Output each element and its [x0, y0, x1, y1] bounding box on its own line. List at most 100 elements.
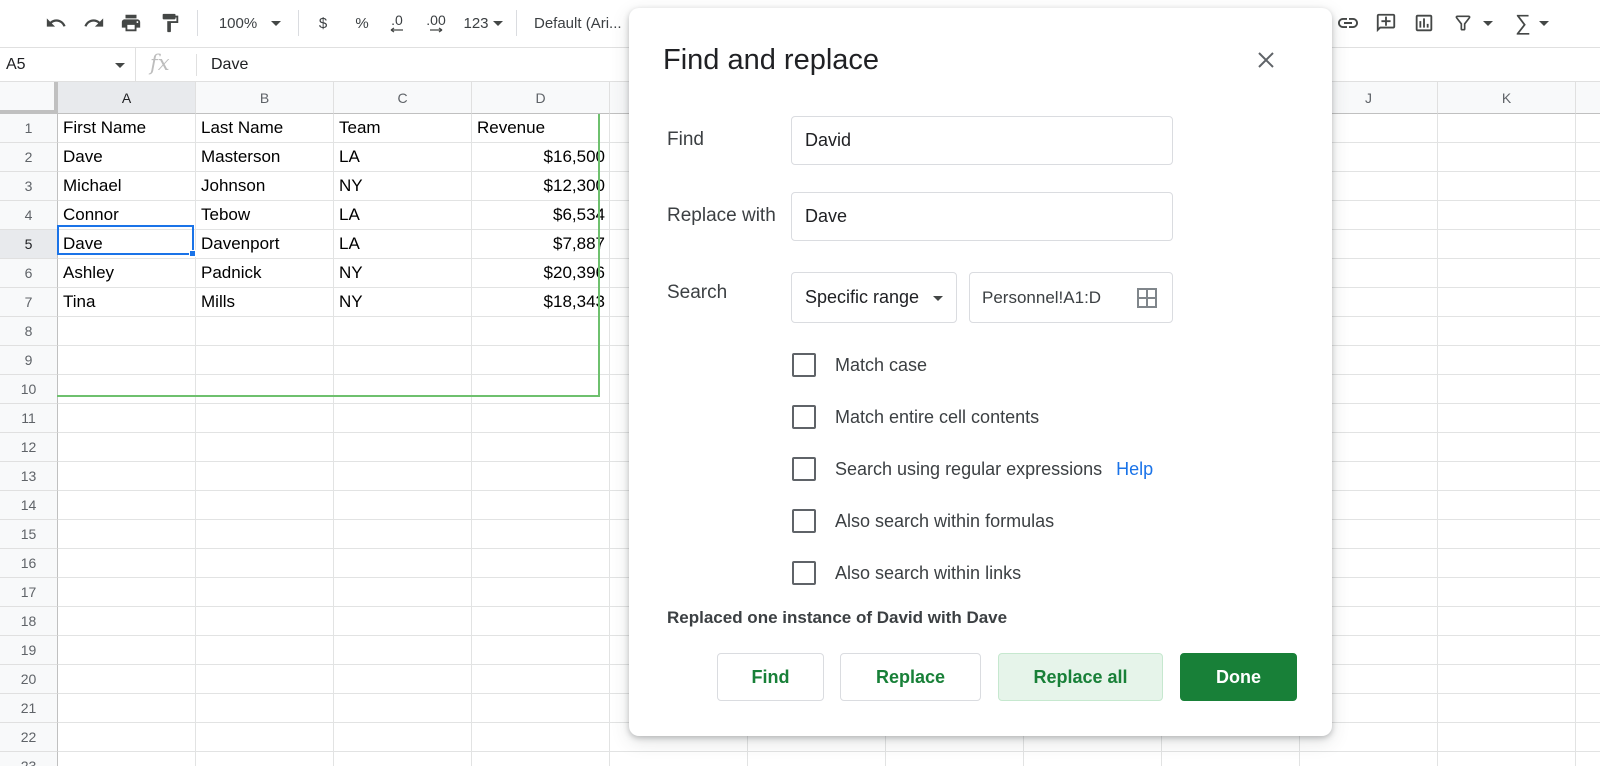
- row-header-3[interactable]: 3: [0, 172, 58, 201]
- chevron-down-icon: [115, 63, 125, 68]
- help-link[interactable]: Help: [1116, 459, 1153, 480]
- filter-icon: [1455, 15, 1471, 31]
- find-replace-dialog: Find and replace Find David Replace with…: [629, 8, 1332, 736]
- fx-icon: fx: [150, 51, 170, 75]
- row-header-4[interactable]: 4: [0, 201, 58, 230]
- fill-handle[interactable]: [189, 250, 196, 257]
- column-header-b[interactable]: B: [196, 82, 334, 114]
- name-box[interactable]: A5: [0, 48, 136, 81]
- search-range-input[interactable]: Personnel!A1:D: [969, 272, 1173, 323]
- row-header-19[interactable]: 19: [0, 636, 58, 665]
- column-gridline: [1437, 114, 1438, 766]
- find-input[interactable]: David: [791, 116, 1173, 165]
- row-header-23[interactable]: 23: [0, 752, 58, 766]
- row-header-14[interactable]: 14: [0, 491, 58, 520]
- replace-button[interactable]: Replace: [840, 653, 981, 701]
- search-formulas-checkbox[interactable]: [792, 509, 816, 533]
- row-header-7[interactable]: 7: [0, 288, 58, 317]
- row-header-5[interactable]: 5: [0, 230, 58, 259]
- row-header-12[interactable]: 12: [0, 433, 58, 462]
- insert-chart-icon[interactable]: [1409, 8, 1439, 38]
- column-gridline: [1575, 114, 1576, 766]
- column-header-k[interactable]: K: [1438, 82, 1576, 114]
- column-header-d[interactable]: D: [472, 82, 610, 114]
- regex-checkbox[interactable]: [792, 457, 816, 481]
- toolbar-divider: [516, 10, 517, 36]
- column-header-overflow: [1576, 82, 1600, 114]
- row-header-1[interactable]: 1: [0, 114, 58, 143]
- currency-format-button[interactable]: $: [308, 8, 338, 38]
- match-entire-cell-checkbox[interactable]: [792, 405, 816, 429]
- column-header-a[interactable]: A: [58, 82, 196, 114]
- paint-format-icon[interactable]: [155, 8, 185, 38]
- row-header-20[interactable]: 20: [0, 665, 58, 694]
- row-header-13[interactable]: 13: [0, 462, 58, 491]
- chevron-down-icon: [1538, 20, 1549, 26]
- toolbar-divider: [298, 10, 299, 36]
- option-match-case[interactable]: Match case: [792, 352, 927, 378]
- insert-comment-icon[interactable]: [1371, 8, 1401, 38]
- decrease-decimal-button[interactable]: .0: [382, 8, 412, 38]
- toolbar-divider: [197, 10, 198, 36]
- search-links-checkbox[interactable]: [792, 561, 816, 585]
- row-header-18[interactable]: 18: [0, 607, 58, 636]
- close-button[interactable]: [1254, 48, 1278, 72]
- search-scope-value: Specific range: [805, 287, 920, 307]
- row-header-21[interactable]: 21: [0, 694, 58, 723]
- arrow-right-icon: [430, 27, 443, 33]
- dialog-title: Find and replace: [663, 44, 880, 76]
- search-range-highlight: [57, 114, 600, 397]
- find-button[interactable]: Find: [717, 653, 824, 701]
- option-search-links[interactable]: Also search within links: [792, 560, 1021, 586]
- zoom-value: 100%: [218, 14, 258, 32]
- done-button[interactable]: Done: [1180, 653, 1297, 701]
- active-cell-outline: [57, 225, 194, 255]
- status-message: Replaced one instance of David with Dave: [667, 608, 1008, 627]
- chevron-down-icon: [271, 20, 282, 26]
- number-format-select[interactable]: 123: [460, 8, 506, 38]
- chevron-down-icon: [1483, 20, 1493, 26]
- formula-divider: [196, 54, 197, 76]
- row-header-2[interactable]: 2: [0, 143, 58, 172]
- sigma-icon: ∑: [1515, 10, 1531, 35]
- chevron-down-icon: [492, 20, 503, 26]
- find-label: Find: [667, 129, 704, 150]
- row-header-6[interactable]: 6: [0, 259, 58, 288]
- row-header-10[interactable]: 10: [0, 375, 58, 404]
- arrow-left-icon: [390, 27, 403, 33]
- font-select[interactable]: Default (Ari...: [534, 8, 630, 38]
- option-match-entire-cell[interactable]: Match entire cell contents: [792, 404, 1039, 430]
- row-header-17[interactable]: 17: [0, 578, 58, 607]
- row-header-11[interactable]: 11: [0, 404, 58, 433]
- close-icon: [1258, 52, 1274, 68]
- select-range-icon[interactable]: [1136, 287, 1158, 309]
- chevron-down-icon: [933, 296, 943, 301]
- row-gridline: [58, 751, 1600, 752]
- filter-button[interactable]: [1448, 8, 1498, 38]
- print-icon[interactable]: [116, 8, 146, 38]
- functions-button[interactable]: ∑: [1509, 8, 1555, 38]
- replace-all-button[interactable]: Replace all: [998, 653, 1163, 701]
- percent-format-button[interactable]: %: [347, 8, 377, 38]
- search-range-value: Personnel!A1:D: [982, 287, 1102, 307]
- row-header-16[interactable]: 16: [0, 549, 58, 578]
- redo-icon[interactable]: [79, 8, 109, 38]
- zoom-select[interactable]: 100%: [210, 8, 290, 38]
- column-header-c[interactable]: C: [334, 82, 472, 114]
- row-header-22[interactable]: 22: [0, 723, 58, 752]
- search-scope-select[interactable]: Specific range: [791, 272, 957, 323]
- option-search-formulas[interactable]: Also search within formulas: [792, 508, 1054, 534]
- formula-input[interactable]: Dave: [211, 48, 248, 81]
- select-all-corner[interactable]: [0, 82, 58, 114]
- replace-label: Replace with: [667, 205, 776, 226]
- row-header-15[interactable]: 15: [0, 520, 58, 549]
- row-header-9[interactable]: 9: [0, 346, 58, 375]
- option-regex[interactable]: Search using regular expressions Help: [792, 456, 1153, 482]
- increase-decimal-button[interactable]: .00: [418, 8, 454, 38]
- replace-input[interactable]: Dave: [791, 192, 1173, 241]
- row-header-8[interactable]: 8: [0, 317, 58, 346]
- match-case-checkbox[interactable]: [792, 353, 816, 377]
- undo-icon[interactable]: [41, 8, 71, 38]
- search-label: Search: [667, 282, 728, 303]
- link-icon[interactable]: [1333, 8, 1363, 38]
